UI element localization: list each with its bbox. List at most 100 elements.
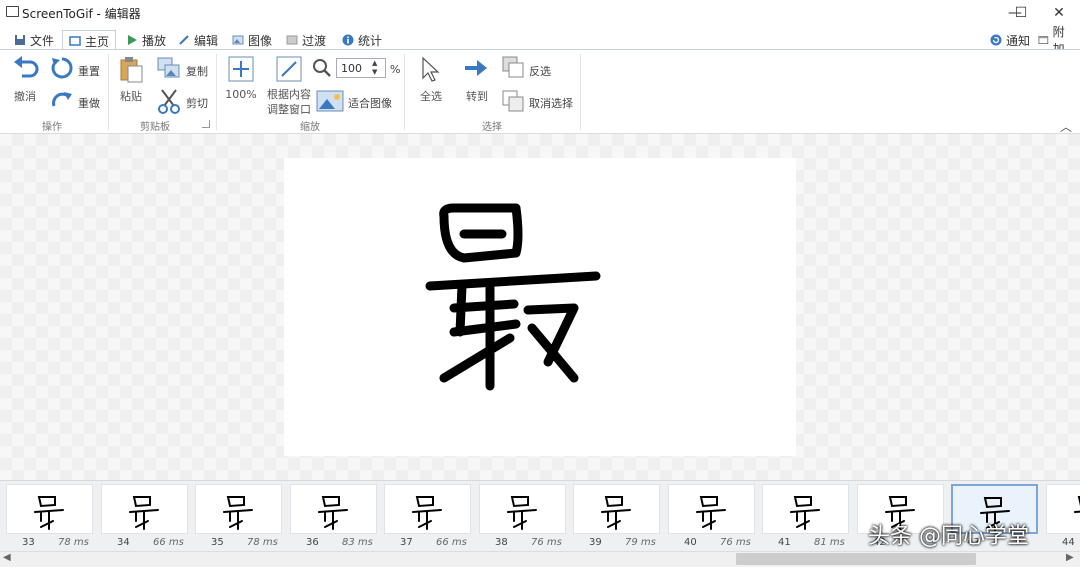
notify-button[interactable]: 通知 — [984, 30, 1036, 50]
goto-arrow-icon — [465, 60, 487, 76]
group-label-select: 选择 — [482, 122, 502, 133]
frame-thumbnail[interactable] — [101, 484, 188, 534]
frame-preview — [412, 496, 442, 530]
frame-thumbnail[interactable] — [762, 484, 849, 534]
home-icon — [69, 36, 81, 46]
frame-preview — [1074, 496, 1080, 513]
tab-home-label: 主页 — [85, 34, 110, 49]
notify-label: 通知 — [1006, 33, 1031, 48]
undo-button[interactable]: 撤消 — [10, 88, 40, 104]
frame-number: 37 — [400, 537, 413, 548]
frame-delay: 79 ms — [625, 537, 656, 548]
tab-statistics[interactable]: 统计 — [336, 30, 388, 50]
frame-number: 36 — [306, 537, 319, 548]
frame-thumbnail[interactable] — [290, 484, 377, 534]
frame-thumbnail[interactable] — [479, 484, 566, 534]
ribbon-separator — [108, 54, 109, 130]
refresh-icon — [990, 34, 1002, 46]
undo-icon — [14, 56, 39, 78]
zoom-down-icon[interactable]: ▼ — [372, 68, 377, 76]
frame-number: 38 — [495, 537, 508, 548]
zoom-100-icon — [228, 56, 254, 82]
tab-image[interactable]: 图像 — [226, 30, 278, 50]
fit-image-button[interactable]: 适合图像 — [348, 95, 392, 111]
frame-delay: 76 ms — [531, 537, 562, 548]
scroll-right-icon[interactable]: ▶ — [1066, 552, 1074, 563]
scrollbar-thumb[interactable] — [736, 553, 976, 565]
clipboard-launcher-icon[interactable] — [202, 120, 210, 128]
tab-image-label: 图像 — [248, 33, 273, 48]
tab-play[interactable]: 播放 — [120, 30, 172, 50]
redo-icon — [52, 92, 72, 107]
ribbon-separator — [404, 54, 405, 130]
frame-delay: 78 ms — [247, 537, 278, 548]
zoom-up-icon[interactable]: ▲ — [372, 59, 377, 67]
info-icon — [342, 34, 354, 46]
tab-transition-label: 过渡 — [302, 33, 327, 48]
frame-delay: 78 ms — [58, 537, 89, 548]
invert-selection-button[interactable]: 反选 — [529, 63, 551, 79]
zoom-input[interactable]: 100 ▲ ▼ — [336, 58, 386, 78]
frame-thumbnail[interactable] — [1046, 484, 1080, 534]
zoom-100-button[interactable]: 100% — [222, 88, 260, 101]
select-all-button[interactable]: 全选 — [414, 88, 448, 104]
frame-number: 35 — [211, 537, 224, 548]
collapse-ribbon-icon[interactable]: ︿ — [1060, 118, 1072, 135]
frame-delay: 76 ms — [720, 537, 751, 548]
tab-home[interactable]: 主页 — [62, 30, 117, 51]
frame-preview — [129, 496, 159, 530]
frame-number: 39 — [589, 537, 602, 548]
frame-preview — [696, 496, 726, 530]
frame-preview — [223, 496, 253, 530]
ribbon-separator — [580, 54, 581, 130]
tab-edit-label: 编辑 — [194, 33, 219, 48]
save-icon — [15, 35, 25, 45]
editor-canvas[interactable] — [0, 134, 1080, 480]
tab-file[interactable]: 文件 — [8, 30, 60, 50]
frame-delay: 66 ms — [436, 537, 467, 548]
tab-statistics-label: 统计 — [358, 33, 383, 48]
cut-button[interactable]: 剪切 — [186, 95, 208, 111]
goto-button[interactable]: 转到 — [460, 88, 494, 104]
frame-thumbnail[interactable] — [384, 484, 471, 534]
extras-button[interactable]: 附加 — [1032, 25, 1080, 56]
image-icon — [232, 35, 244, 45]
frame-number: 44 — [1062, 537, 1075, 548]
reset-button[interactable]: 重置 — [78, 63, 100, 79]
reset-icon — [51, 57, 73, 79]
frame-number: 34 — [117, 537, 130, 548]
group-label-action: 操作 — [42, 122, 62, 133]
paste-button[interactable]: 粘贴 — [116, 88, 146, 104]
redo-button[interactable]: 重做 — [78, 95, 100, 111]
current-frame — [284, 158, 796, 456]
zoom-input-value: 100 — [341, 62, 362, 75]
tab-file-label: 文件 — [30, 33, 55, 48]
tab-play-label: 播放 — [142, 33, 167, 48]
frame-thumbnail[interactable] — [573, 484, 660, 534]
tab-edit[interactable]: 编辑 — [172, 30, 224, 50]
scroll-left-icon[interactable]: ◀ — [3, 552, 11, 563]
frame-number: 41 — [778, 537, 791, 548]
window-icon — [1038, 36, 1049, 44]
deselect-icon — [502, 90, 524, 112]
frame-thumbnail[interactable] — [668, 484, 755, 534]
ribbon: 撤消 重置 重做 操作 粘贴 复制 剪切 剪贴板 100% 根据内容 调整窗口 … — [0, 49, 1080, 134]
frame-delay: 83 ms — [342, 537, 373, 548]
frame-number: 33 — [22, 537, 35, 548]
tab-transition[interactable]: 过渡 — [280, 30, 332, 50]
frame-preview — [601, 496, 631, 530]
play-icon — [128, 35, 137, 45]
frame-delay: 66 ms — [153, 537, 184, 548]
fit-window-icon — [276, 56, 302, 82]
copy-button[interactable]: 复制 — [186, 63, 208, 79]
fit-window-line2[interactable]: 调整窗口 — [264, 101, 314, 117]
frame-preview — [790, 496, 820, 530]
group-label-clipboard: 剪贴板 — [140, 122, 170, 133]
frame-preview — [34, 496, 64, 530]
frame-thumbnail[interactable] — [6, 484, 93, 534]
deselect-button[interactable]: 取消选择 — [529, 95, 573, 111]
magnifier-icon — [313, 59, 331, 77]
invert-selection-icon — [502, 56, 524, 78]
fit-window-line1[interactable]: 根据内容 — [264, 86, 314, 102]
frame-thumbnail[interactable] — [195, 484, 282, 534]
